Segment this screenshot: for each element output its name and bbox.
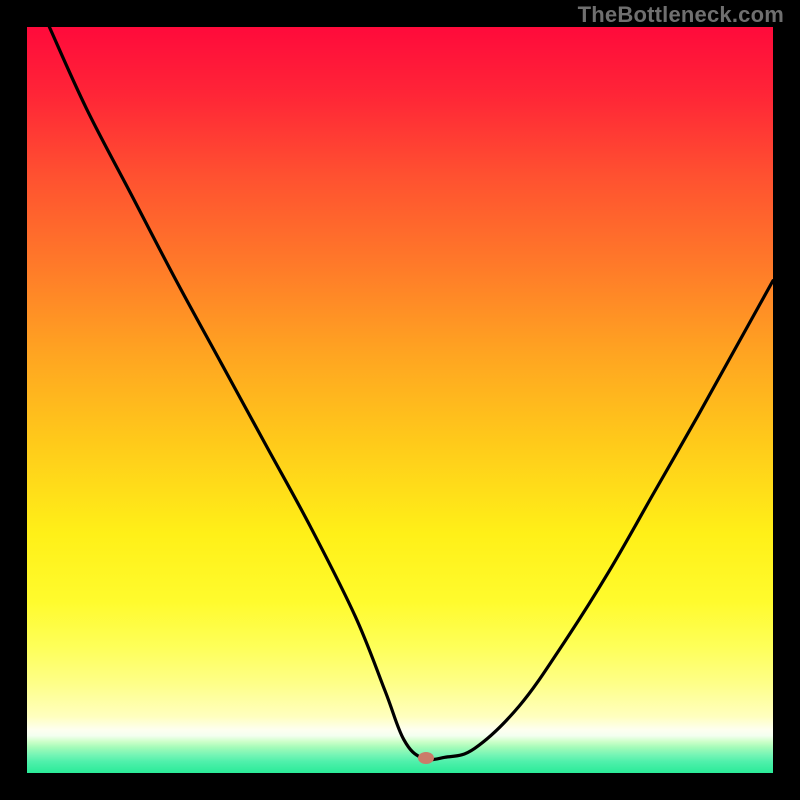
plot-area (27, 27, 773, 773)
watermark-text: TheBottleneck.com (578, 2, 784, 28)
background-gradient (27, 27, 773, 773)
optimal-point-marker (418, 752, 434, 764)
chart-frame: TheBottleneck.com (0, 0, 800, 800)
